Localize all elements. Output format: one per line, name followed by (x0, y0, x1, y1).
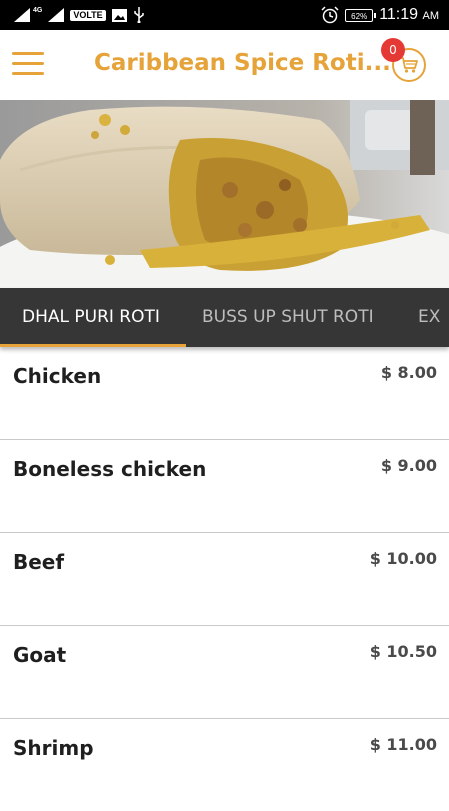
hero-food-image (0, 100, 449, 288)
status-bar: 4G VOLTE 62% 11:19 AM (0, 0, 449, 30)
list-item[interactable]: Boneless chicken $ 9.00 (0, 440, 449, 533)
tab-buss-up-shut-roti[interactable]: BUSS UP SHUT ROTI (202, 288, 374, 347)
item-name: Chicken (13, 364, 102, 388)
clock-time: 11:19 (379, 6, 419, 23)
cart-count-badge: 0 (381, 38, 405, 62)
item-name: Beef (13, 550, 65, 574)
image-icon (111, 8, 127, 22)
signal-icon (14, 8, 30, 22)
battery-level: 62% (351, 11, 368, 21)
item-name: Goat (13, 643, 67, 667)
item-name: Boneless chicken (13, 457, 207, 481)
signal-icon-2 (48, 8, 65, 22)
tab-dhal-puri-roti[interactable]: DHAL PURI ROTI (22, 288, 160, 347)
clock: 11:19 AM (379, 6, 439, 24)
item-price: $ 10.50 (369, 642, 437, 661)
item-price: $ 9.00 (380, 456, 437, 475)
item-price: $ 11.00 (369, 735, 437, 754)
list-item[interactable]: Chicken $ 8.00 (0, 347, 449, 440)
hamburger-menu-icon[interactable] (12, 52, 44, 78)
tab-extras[interactable]: EX (418, 288, 440, 347)
list-item[interactable]: Goat $ 10.50 (0, 626, 449, 719)
list-item[interactable]: Beef $ 10.00 (0, 533, 449, 626)
shopping-cart-icon (400, 57, 418, 73)
menu-item-list: Chicken $ 8.00 Boneless chicken $ 9.00 B… (0, 347, 449, 811)
category-tab-bar: DHAL PURI ROTI BUSS UP SHUT ROTI EX (0, 288, 449, 347)
item-price: $ 10.00 (369, 549, 437, 568)
item-name: Shrimp (13, 736, 94, 760)
volte-badge: VOLTE (70, 9, 106, 21)
list-item[interactable]: Shrimp $ 11.00 (0, 719, 449, 811)
clock-ampm: AM (422, 10, 440, 22)
app-bar: Caribbean Spice Roti... 0 (0, 30, 449, 100)
item-price: $ 8.00 (380, 363, 437, 382)
alarm-icon (321, 6, 339, 24)
usb-icon (133, 7, 144, 23)
app-title: Caribbean Spice Roti... (94, 50, 391, 76)
battery-icon: 62% (345, 8, 377, 22)
network-type: 4G (33, 6, 43, 14)
